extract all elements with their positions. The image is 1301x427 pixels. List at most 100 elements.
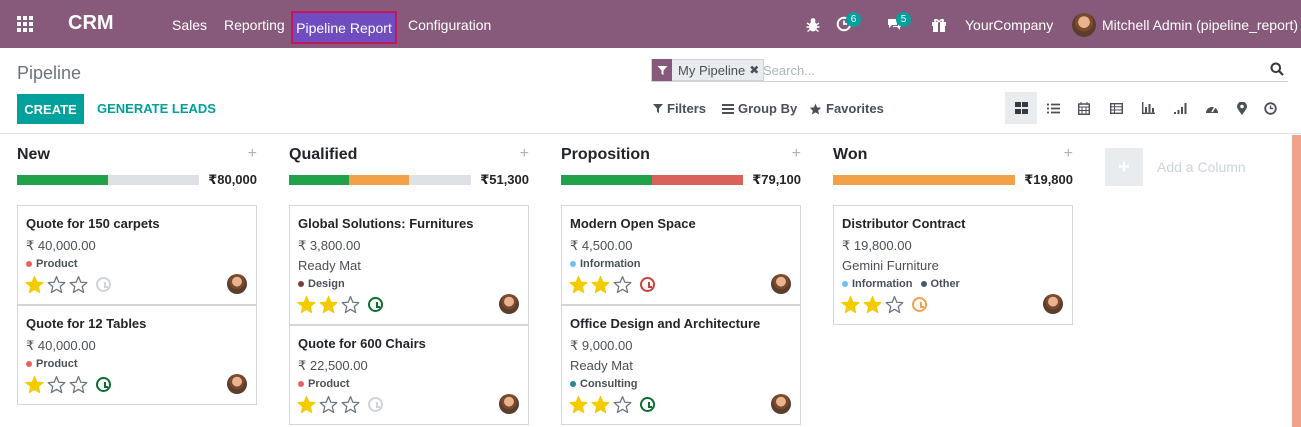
salesperson-avatar[interactable] — [771, 274, 791, 294]
view-kanban-button[interactable] — [1005, 92, 1037, 124]
gift-icon[interactable] — [930, 16, 948, 34]
priority-star-icon[interactable] — [341, 295, 360, 314]
priority-star-icon[interactable] — [613, 275, 632, 294]
activities-button[interactable]: 6 — [836, 12, 861, 34]
progress-segment[interactable] — [833, 175, 1015, 185]
activity-clock-icon[interactable] — [640, 277, 655, 292]
priority-widget[interactable] — [25, 275, 88, 294]
priority-star-icon[interactable] — [25, 375, 44, 394]
progress-segment[interactable] — [409, 175, 471, 185]
view-pivot-button[interactable] — [1100, 92, 1132, 124]
opportunity-card[interactable]: Distributor Contract ₹ 19,800.00 Gemini Fu… — [833, 205, 1073, 325]
priority-star-icon[interactable] — [863, 295, 882, 314]
bug-icon[interactable] — [804, 16, 822, 34]
priority-star-icon[interactable] — [47, 275, 66, 294]
opportunity-card[interactable]: Office Design and Architecture ₹ 9,000.00… — [561, 305, 801, 425]
search-input[interactable] — [763, 60, 1263, 80]
salesperson-avatar[interactable] — [499, 394, 519, 414]
menu-reporting[interactable]: Reporting — [224, 17, 285, 33]
priority-star-icon[interactable] — [47, 375, 66, 394]
priority-star-icon[interactable] — [25, 275, 44, 294]
activity-clock-icon[interactable] — [96, 377, 111, 392]
salesperson-avatar[interactable] — [1043, 294, 1063, 314]
priority-star-icon[interactable] — [319, 395, 338, 414]
view-graph-button[interactable] — [1132, 92, 1164, 124]
view-cohort-button[interactable] — [1164, 92, 1196, 124]
progress-segment[interactable] — [17, 175, 108, 185]
priority-star-icon[interactable] — [885, 295, 904, 314]
opportunity-card[interactable]: Global Solutions: Furnitures ₹ 3,800.00 Re… — [289, 205, 529, 325]
user-menu[interactable]: Mitchell Admin (pipeline_report) — [1102, 17, 1298, 33]
priority-star-icon[interactable] — [613, 395, 632, 414]
opportunity-card[interactable]: Quote for 150 carpets ₹ 40,000.00 Product — [17, 205, 257, 305]
activity-clock-icon[interactable] — [640, 397, 655, 412]
favorites-dropdown[interactable]: Favorites — [809, 101, 884, 116]
opportunity-card[interactable]: Quote for 600 Chairs ₹ 22,500.00 Product — [289, 325, 529, 425]
column-quick-create-icon[interactable]: + — [248, 145, 257, 163]
view-dashboard-button[interactable] — [1196, 92, 1228, 124]
priority-star-icon[interactable] — [841, 295, 860, 314]
column-progress-bar[interactable] — [833, 175, 1015, 185]
progress-segment[interactable] — [561, 175, 652, 185]
priority-star-icon[interactable] — [297, 395, 316, 414]
priority-widget[interactable] — [841, 295, 904, 314]
progress-segment[interactable] — [289, 175, 350, 185]
create-button[interactable]: CREATE — [17, 94, 84, 124]
search-icon[interactable] — [1270, 62, 1284, 76]
priority-star-icon[interactable] — [591, 395, 610, 414]
close-icon[interactable]: ✖ — [749, 63, 763, 77]
opportunity-card[interactable]: Modern Open Space ₹ 4,500.00 Information — [561, 205, 801, 305]
generate-leads-button[interactable]: GENERATE LEADS — [97, 101, 216, 116]
activity-clock-icon[interactable] — [368, 397, 383, 412]
app-switcher-icon[interactable] — [17, 16, 35, 32]
priority-star-icon[interactable] — [569, 395, 588, 414]
salesperson-avatar[interactable] — [499, 294, 519, 314]
priority-star-icon[interactable] — [569, 275, 588, 294]
column-title[interactable]: New — [17, 146, 50, 164]
activity-clock-icon[interactable] — [96, 277, 111, 292]
menu-pipeline-report[interactable]: Pipeline Report — [291, 11, 397, 44]
priority-star-icon[interactable] — [297, 295, 316, 314]
column-progress-bar[interactable] — [289, 175, 471, 185]
activity-clock-icon[interactable] — [368, 297, 383, 312]
add-column-button[interactable]: + Add a Column — [1105, 148, 1246, 186]
user-avatar[interactable] — [1072, 13, 1096, 37]
priority-widget[interactable] — [297, 395, 360, 414]
column-quick-create-icon[interactable]: + — [1064, 145, 1073, 163]
salesperson-avatar[interactable] — [771, 394, 791, 414]
view-calendar-button[interactable] — [1068, 92, 1100, 124]
salesperson-avatar[interactable] — [227, 374, 247, 394]
menu-sales[interactable]: Sales — [172, 17, 207, 33]
priority-star-icon[interactable] — [319, 295, 338, 314]
company-switcher[interactable]: YourCompany — [965, 17, 1053, 33]
group-by-dropdown[interactable]: Group By — [722, 101, 797, 116]
priority-widget[interactable] — [25, 375, 88, 394]
column-quick-create-icon[interactable]: + — [792, 145, 801, 163]
column-title[interactable]: Proposition — [561, 146, 650, 164]
activity-clock-icon[interactable] — [912, 297, 927, 312]
column-progress-bar[interactable] — [17, 175, 199, 185]
column-progress-bar[interactable] — [561, 175, 743, 185]
opportunity-card[interactable]: Quote for 12 Tables ₹ 40,000.00 Product — [17, 305, 257, 405]
priority-widget[interactable] — [569, 275, 632, 294]
priority-widget[interactable] — [569, 395, 632, 414]
priority-star-icon[interactable] — [69, 375, 88, 394]
priority-star-icon[interactable] — [341, 395, 360, 414]
priority-widget[interactable] — [297, 295, 360, 314]
progress-segment[interactable] — [108, 175, 199, 185]
progress-segment[interactable] — [652, 175, 743, 185]
view-activity-button[interactable] — [1254, 92, 1286, 124]
filters-dropdown[interactable]: Filters — [653, 101, 706, 116]
menu-configuration[interactable]: Configuration — [408, 17, 491, 33]
priority-star-icon[interactable] — [591, 275, 610, 294]
messages-button[interactable]: 5 — [886, 12, 911, 34]
view-list-button[interactable] — [1037, 92, 1069, 124]
salesperson-avatar[interactable] — [227, 274, 247, 294]
card-tags: Information — [570, 258, 641, 270]
column-title[interactable]: Won — [833, 146, 867, 164]
app-name[interactable]: CRM — [68, 12, 114, 35]
priority-star-icon[interactable] — [69, 275, 88, 294]
column-quick-create-icon[interactable]: + — [520, 145, 529, 163]
column-title[interactable]: Qualified — [289, 146, 357, 164]
progress-segment[interactable] — [349, 175, 410, 185]
